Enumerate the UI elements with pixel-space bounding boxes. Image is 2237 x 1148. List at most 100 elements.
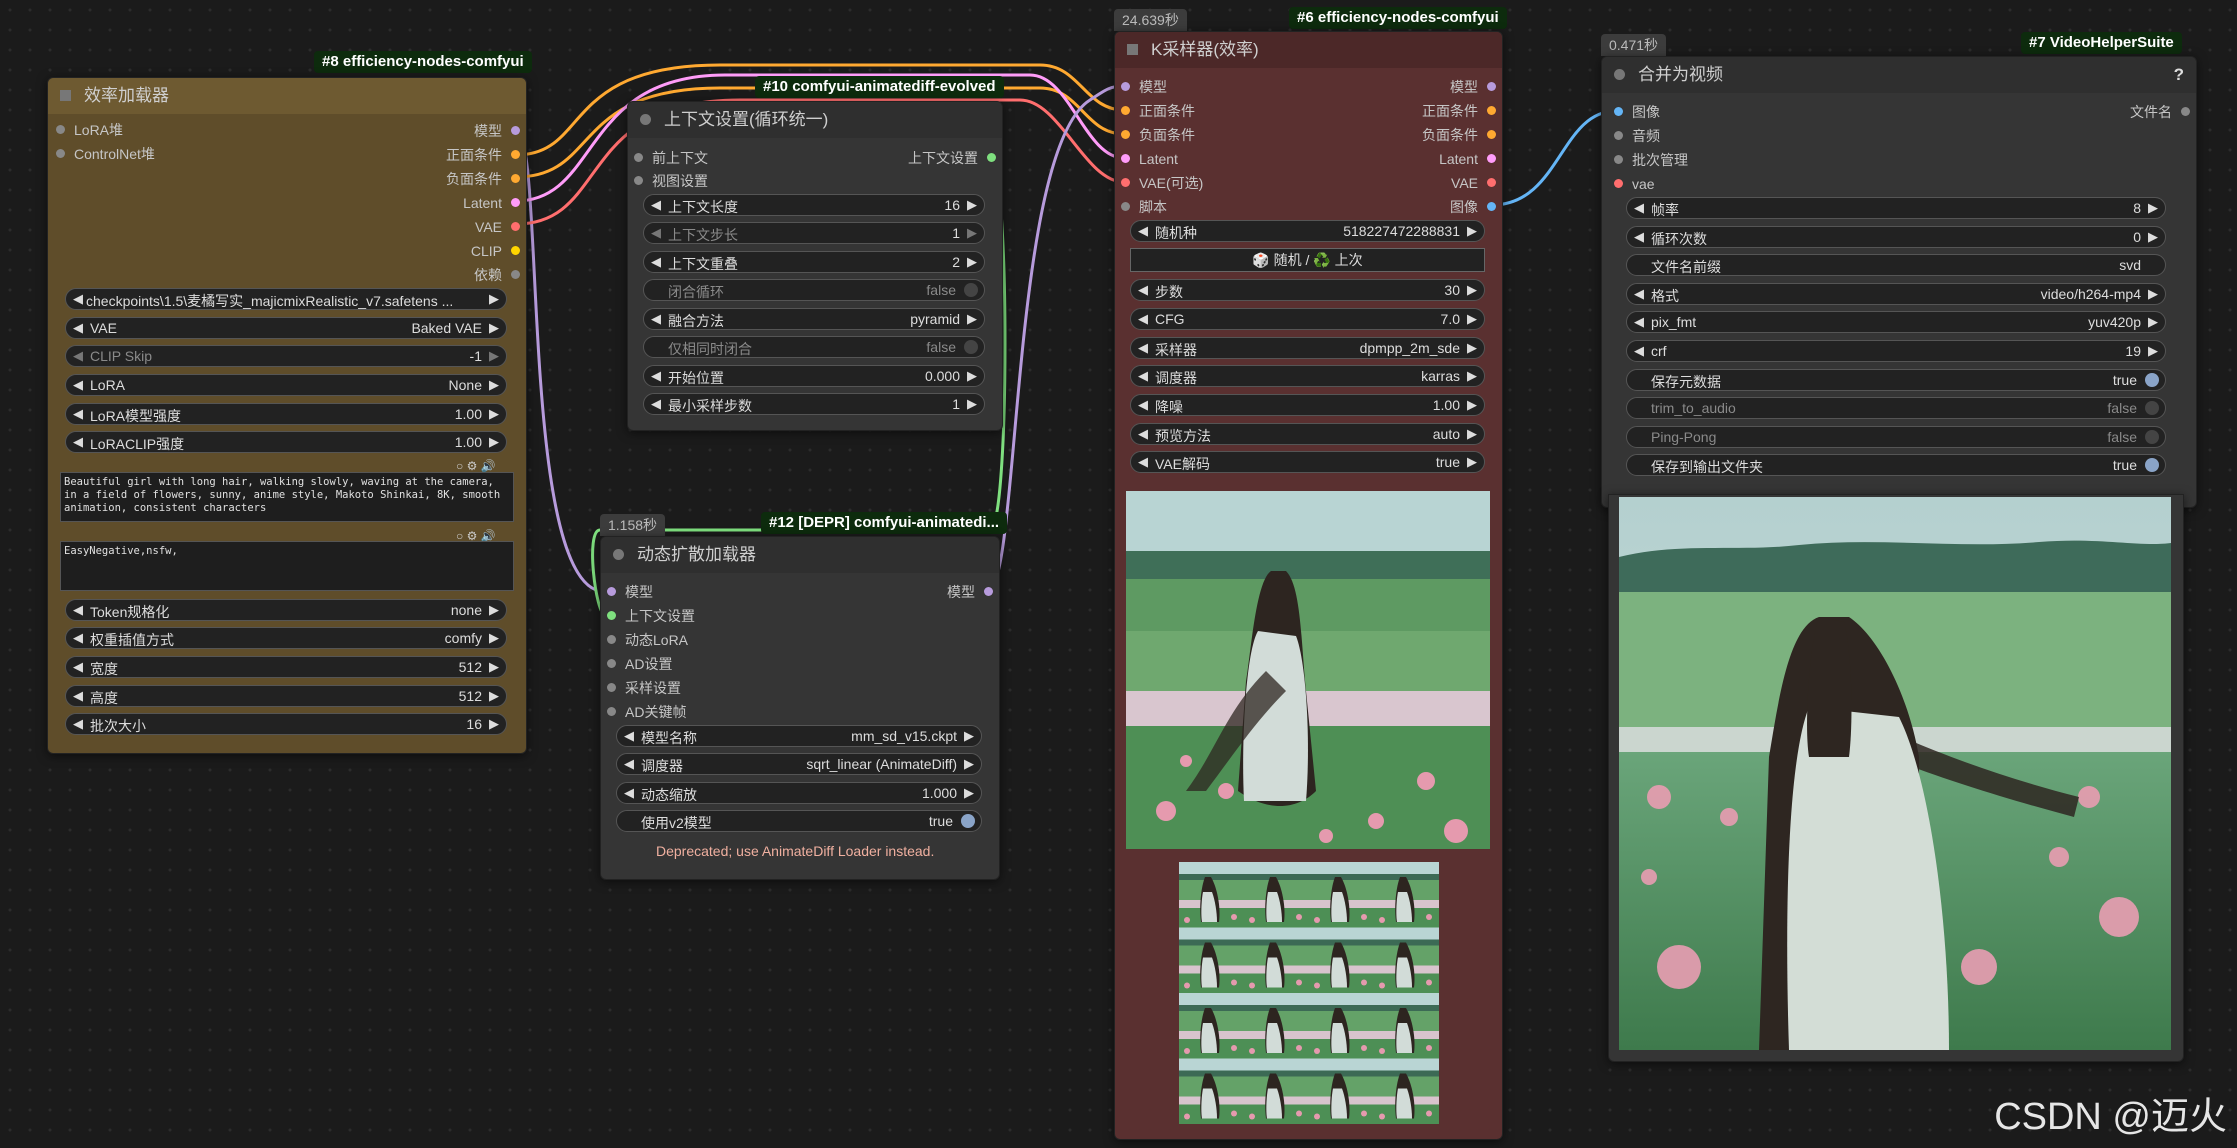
closed-loop-toggle[interactable]: 闭合循环 false — [643, 279, 985, 301]
save-metadata-toggle[interactable]: 保存元数据 true — [1626, 369, 2166, 391]
decrement-icon[interactable]: ◀ — [73, 657, 83, 677]
steps-widget[interactable]: ◀ 步数 30 ▶ — [1130, 279, 1485, 301]
socket-icon[interactable] — [1487, 202, 1496, 211]
increment-icon[interactable]: ▶ — [964, 754, 974, 774]
increment-icon[interactable]: ▶ — [489, 657, 499, 677]
sampler-preview-image[interactable] — [1126, 491, 1490, 849]
decrement-icon[interactable]: ◀ — [1634, 198, 1644, 218]
increment-icon[interactable]: ▶ — [967, 195, 977, 215]
decrement-icon[interactable]: ◀ — [73, 432, 83, 452]
node-title[interactable]: 合并为视频? — [1602, 57, 2196, 93]
output-latent[interactable]: Latent — [463, 193, 520, 213]
prompt-toolbar-icons[interactable]: ○ ⚙ 🔊 — [456, 459, 496, 473]
video-preview-panel[interactable] — [1608, 494, 2184, 1062]
decrement-icon[interactable]: ◀ — [73, 289, 83, 309]
socket-icon[interactable] — [1121, 154, 1130, 163]
socket-icon[interactable] — [984, 587, 993, 596]
socket-icon[interactable] — [1487, 82, 1496, 91]
socket-icon[interactable] — [2181, 107, 2190, 116]
increment-icon[interactable]: ▶ — [489, 404, 499, 424]
socket-icon[interactable] — [1121, 106, 1130, 115]
vae-decode-widget[interactable]: ◀ VAE解码 true ▶ — [1130, 451, 1485, 473]
socket-icon[interactable] — [1614, 179, 1623, 188]
ckpt-name-widget[interactable]: ◀ checkpoints\1.5\麦橘写实_majicmixRealistic_… — [65, 288, 507, 310]
output-context-options[interactable]: 上下文设置 — [908, 148, 996, 168]
socket-icon[interactable] — [1487, 154, 1496, 163]
socket-icon[interactable] — [1487, 130, 1496, 139]
decrement-icon[interactable]: ◀ — [651, 309, 661, 329]
beta-schedule-widget[interactable]: ◀ 调度器 sqrt_linear (AnimateDiff) ▶ — [616, 753, 982, 775]
decrement-icon[interactable]: ◀ — [651, 394, 661, 414]
node-title[interactable]: K采样器(效率) — [1115, 32, 1502, 68]
output-latent[interactable]: Latent — [1439, 149, 1496, 169]
vae-widget[interactable]: ◀ VAE Baked VAE ▶ — [65, 317, 507, 339]
socket-icon[interactable] — [607, 635, 616, 644]
input-script[interactable]: 脚本 — [1121, 197, 1167, 217]
preview-method-widget[interactable]: ◀ 预览方法 auto ▶ — [1130, 423, 1485, 445]
output-image[interactable]: 图像 — [1450, 197, 1496, 217]
increment-icon[interactable]: ▶ — [2148, 341, 2158, 361]
pix-fmt-widget[interactable]: ◀ pix_fmt yuv420p ▶ — [1626, 311, 2166, 333]
increment-icon[interactable]: ▶ — [1467, 280, 1477, 300]
seed-randomize-button[interactable]: 🎲 随机 / ♻️ 上次 — [1130, 248, 1485, 272]
increment-icon[interactable]: ▶ — [489, 375, 499, 395]
output-positive[interactable]: 正面条件 — [1422, 101, 1496, 121]
lora-model-strength-widget[interactable]: ◀ LoRA模型强度 1.00 ▶ — [65, 403, 507, 425]
socket-icon[interactable] — [634, 153, 643, 162]
output-vae[interactable]: VAE — [475, 217, 520, 237]
loop-count-widget[interactable]: ◀ 循环次数 0 ▶ — [1626, 226, 2166, 248]
collapse-icon[interactable] — [1614, 69, 1625, 80]
input-model[interactable]: 模型 — [607, 582, 653, 602]
socket-icon[interactable] — [511, 150, 520, 159]
width-widget[interactable]: ◀ 宽度 512 ▶ — [65, 656, 507, 678]
positive-prompt-textarea[interactable]: Beautiful girl with long hair, walking s… — [60, 472, 514, 522]
lora-widget[interactable]: ◀ LoRA None ▶ — [65, 374, 507, 396]
increment-icon[interactable]: ▶ — [967, 366, 977, 386]
increment-icon[interactable]: ▶ — [967, 252, 977, 272]
animatediff-loader-node[interactable]: 动态扩散加载器 模型 上下文设置 动态LoRA AD设置 采样设置 AD关键帧 … — [600, 536, 1000, 880]
context-stride-widget[interactable]: ◀ 上下文步长 1 ▶ — [643, 222, 985, 244]
toggle-knob-icon[interactable] — [964, 340, 978, 354]
increment-icon[interactable]: ▶ — [489, 600, 499, 620]
socket-icon[interactable] — [634, 176, 643, 185]
fuse-method-widget[interactable]: ◀ 融合方法 pyramid ▶ — [643, 308, 985, 330]
collapse-icon[interactable] — [640, 114, 651, 125]
increment-icon[interactable]: ▶ — [967, 223, 977, 243]
socket-icon[interactable] — [511, 246, 520, 255]
increment-icon[interactable]: ▶ — [489, 628, 499, 648]
collapse-icon[interactable] — [613, 549, 624, 560]
decrement-icon[interactable]: ◀ — [1634, 341, 1644, 361]
output-negative[interactable]: 负面条件 — [1422, 125, 1496, 145]
socket-icon[interactable] — [1487, 178, 1496, 187]
increment-icon[interactable]: ▶ — [1467, 221, 1477, 241]
increment-icon[interactable]: ▶ — [967, 394, 977, 414]
increment-icon[interactable]: ▶ — [964, 726, 974, 746]
socket-icon[interactable] — [1614, 131, 1623, 140]
socket-icon[interactable] — [511, 270, 520, 279]
socket-icon[interactable] — [987, 153, 996, 162]
token-normalization-widget[interactable]: ◀ Token规格化 none ▶ — [65, 599, 507, 621]
increment-icon[interactable]: ▶ — [1467, 424, 1477, 444]
increment-icon[interactable]: ▶ — [1467, 338, 1477, 358]
toggle-knob-icon[interactable] — [961, 814, 975, 828]
input-images[interactable]: 图像 — [1614, 102, 1660, 122]
input-batch-manager[interactable]: 批次管理 — [1614, 150, 1688, 170]
input-positive[interactable]: 正面条件 — [1121, 101, 1195, 121]
decrement-icon[interactable]: ◀ — [651, 252, 661, 272]
input-vae[interactable]: vae — [1614, 174, 1655, 194]
socket-icon[interactable] — [1121, 178, 1130, 187]
frame-rate-widget[interactable]: ◀ 帧率 8 ▶ — [1626, 197, 2166, 219]
socket-icon[interactable] — [1121, 130, 1130, 139]
decrement-icon[interactable]: ◀ — [73, 375, 83, 395]
negative-prompt-textarea[interactable]: EasyNegative,nsfw, — [60, 541, 514, 591]
input-ad-settings[interactable]: AD设置 — [607, 654, 672, 674]
decrement-icon[interactable]: ◀ — [73, 404, 83, 424]
socket-icon[interactable] — [607, 611, 616, 620]
socket-icon[interactable] — [56, 125, 65, 134]
input-ad-keyframes[interactable]: AD关键帧 — [607, 702, 686, 722]
input-latent[interactable]: Latent — [1121, 149, 1178, 169]
increment-icon[interactable]: ▶ — [489, 714, 499, 734]
increment-icon[interactable]: ▶ — [2148, 227, 2158, 247]
socket-icon[interactable] — [1121, 202, 1130, 211]
weight-interpretation-widget[interactable]: ◀ 权重插值方式 comfy ▶ — [65, 627, 507, 649]
